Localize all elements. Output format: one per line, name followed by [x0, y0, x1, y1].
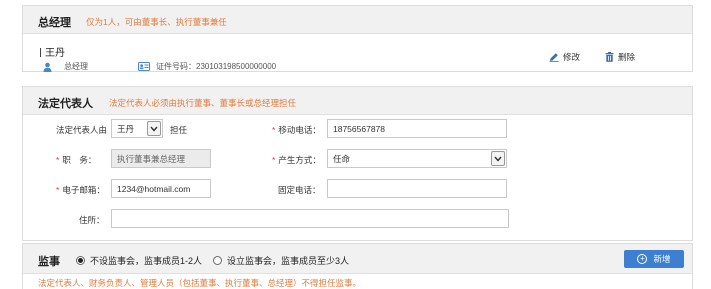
add-supervisor-button[interactable]: + 新增	[624, 250, 684, 268]
method-select[interactable]: 任命	[327, 149, 507, 168]
general-manager-title: 总经理	[38, 17, 71, 29]
general-manager-note: 仅为1人，可由董事长、执行董事兼任	[86, 17, 227, 27]
id-label: 证件号码：	[156, 62, 196, 71]
add-button-label: 新增	[653, 254, 671, 264]
radio-with-board-label: 设立监事会，监事成员至少3人	[227, 256, 350, 266]
phone-input[interactable]	[327, 179, 507, 198]
mobile-input[interactable]: 18756567878	[327, 119, 507, 138]
phone-label: 固定电话：	[278, 185, 321, 195]
position-label-text: 职 务：	[62, 155, 97, 165]
held-by-suffix: 担任	[170, 125, 188, 135]
person-role: 总经理	[43, 61, 88, 72]
name-marker	[40, 48, 41, 57]
required-mark: *	[56, 185, 60, 195]
delete-label: 删除	[618, 52, 636, 62]
held-by-value: 王丹	[117, 124, 135, 134]
email-label: * 电子邮箱：	[56, 184, 105, 196]
address-input[interactable]	[111, 209, 509, 228]
method-label-text: 产生方式：	[278, 155, 321, 165]
supervisor-header: 监事 不设监事会，监事成员1-2人 设立监事会，监事成员至少3人 + 新增	[23, 244, 692, 274]
general-manager-section: 总经理 仅为1人，可由董事长、执行董事兼任 王丹 总经理 证件号码： 230103…	[22, 5, 693, 72]
method-label: * 产生方式：	[272, 154, 321, 166]
chevron-down-icon	[491, 151, 505, 166]
legal-representative-title: 法定代表人	[38, 98, 93, 110]
person-role-text: 总经理	[64, 62, 88, 71]
mobile-label-text: 移动电话：	[278, 125, 321, 135]
supervisor-section: 监事 不设监事会，监事成员1-2人 设立监事会，监事成员至少3人 + 新增 法定…	[22, 243, 693, 289]
person-name-text: 王丹	[45, 48, 65, 59]
user-icon	[43, 62, 52, 72]
required-mark: *	[272, 125, 276, 135]
radio-circle[interactable]	[213, 256, 222, 265]
position-label: * 职 务：	[56, 154, 96, 166]
radio-no-board-label: 不设监事会，监事成员1-2人	[90, 256, 203, 266]
plus-icon: +	[637, 254, 648, 264]
legal-representative-note: 法定代表人必须由执行董事、董事长或总经理担任	[109, 98, 297, 108]
person-id: 证件号码： 230103198500000000	[138, 61, 276, 72]
radio-no-board[interactable]: 不设监事会，监事成员1-2人	[76, 254, 202, 267]
email-label-text: 电子邮箱：	[62, 185, 105, 195]
required-mark: *	[56, 155, 60, 165]
email-input[interactable]: 1234@hotmail.com	[111, 179, 211, 198]
radio-circle[interactable]	[76, 256, 85, 265]
trash-icon	[605, 52, 614, 62]
address-label: 住所：	[79, 215, 105, 225]
radio-with-board[interactable]: 设立监事会，监事成员至少3人	[213, 254, 349, 267]
id-number: 230103198500000000	[196, 62, 277, 71]
required-mark: *	[272, 155, 276, 165]
supervisor-note: 法定代表人、财务负责人、管理人员（包括董事、执行董事、总经理）不得担任监事。	[38, 278, 362, 288]
position-input: 执行董事兼总经理	[111, 149, 211, 168]
person-name: 王丹	[40, 44, 65, 59]
pencil-icon	[549, 53, 559, 62]
legal-representative-section: 法定代表人 法定代表人必须由执行董事、董事长或总经理担任 法定代表人由 王丹 担…	[22, 86, 693, 241]
chevron-down-icon	[147, 121, 161, 136]
edit-button[interactable]: 修改	[549, 51, 580, 63]
held-by-label: 法定代表人由	[56, 125, 108, 135]
edit-label: 修改	[563, 52, 581, 62]
mobile-label: * 移动电话：	[272, 124, 321, 136]
radio-selected-dot	[78, 258, 83, 263]
legal-representative-header: 法定代表人 法定代表人必须由执行董事、董事长或总经理担任	[23, 87, 692, 115]
supervisor-title: 监事	[38, 256, 60, 268]
delete-button[interactable]: 删除	[605, 51, 635, 63]
id-card-icon	[138, 62, 150, 71]
held-by-select[interactable]: 王丹	[111, 119, 163, 138]
method-value: 任命	[333, 154, 351, 164]
general-manager-header: 总经理 仅为1人，可由董事长、执行董事兼任	[23, 6, 692, 34]
